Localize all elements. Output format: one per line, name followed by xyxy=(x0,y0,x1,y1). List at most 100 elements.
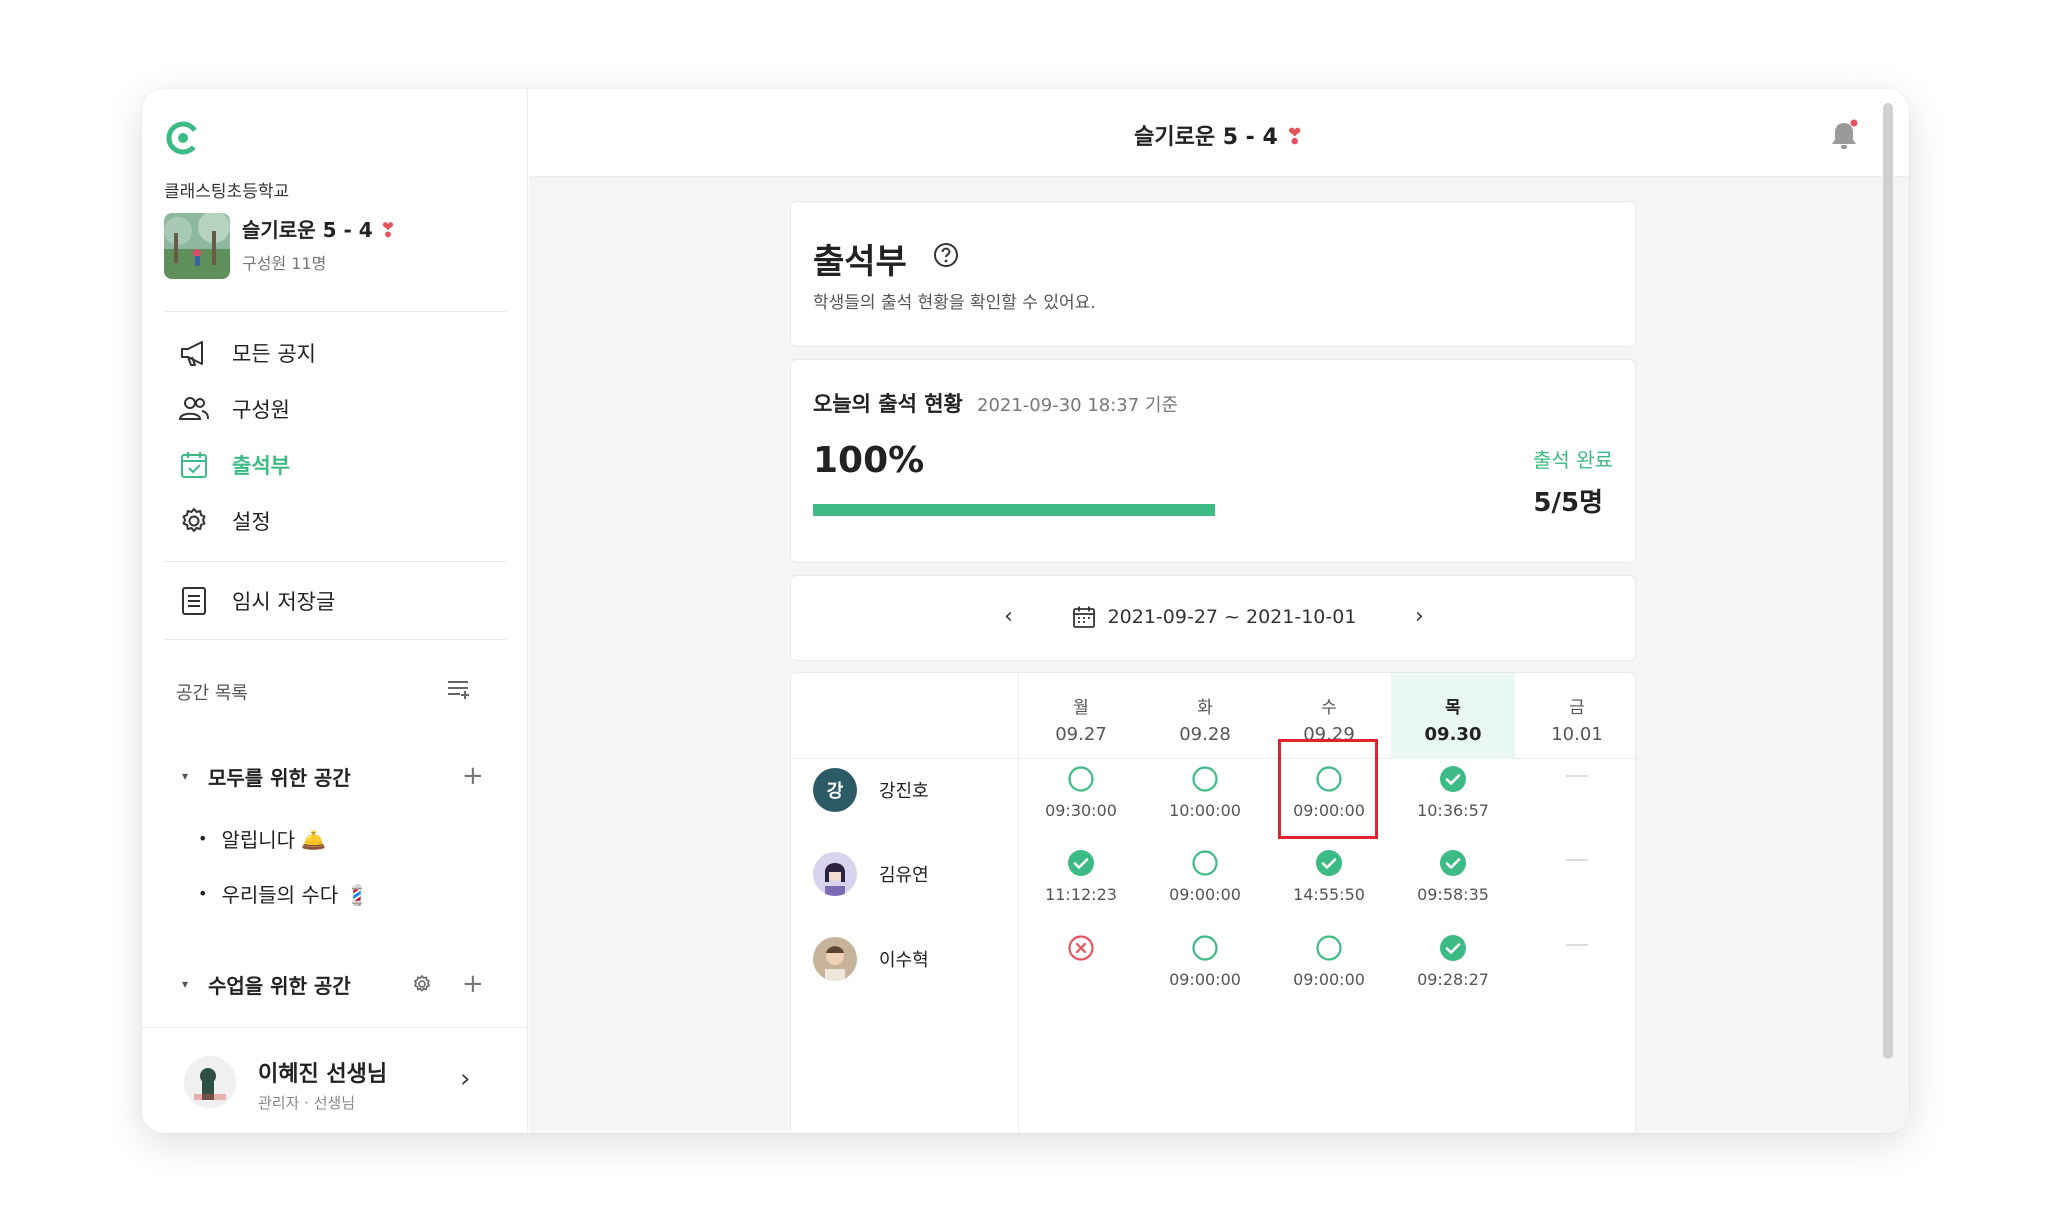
help-icon[interactable] xyxy=(933,242,959,268)
attendance-header-card: 출석부 학생들의 출석 현황을 확인할 수 있어요. xyxy=(790,201,1636,347)
nav-item-members[interactable]: 구성원 xyxy=(178,389,290,429)
today-status-title: 오늘의 출석 현황 xyxy=(813,392,963,416)
caret-down-icon: ▾ xyxy=(182,769,189,783)
open-circle-icon[interactable] xyxy=(1315,934,1343,962)
attendance-cell[interactable]: 09:28:27 xyxy=(1391,934,1515,989)
attendance-progress-fill xyxy=(813,504,1215,516)
today-status-time: 2021-09-30 18:37 기준 xyxy=(977,395,1179,416)
next-week-button[interactable]: › xyxy=(1404,604,1434,629)
attendance-cell[interactable]: 09:00:00 xyxy=(1143,934,1267,989)
nav-label: 모든 공지 xyxy=(232,342,316,366)
highlight-box xyxy=(1278,739,1378,839)
check-in-time: 09:28:27 xyxy=(1417,970,1489,989)
attendance-cell[interactable]: 09:30:00 xyxy=(1019,765,1143,820)
no-record-dash xyxy=(1566,859,1588,861)
student-name: 이수혁 xyxy=(879,950,929,971)
attendance-cell[interactable]: 14:55:50 xyxy=(1267,849,1391,904)
nav-item-attendance[interactable]: 출석부 xyxy=(178,445,290,485)
check-circle-icon[interactable] xyxy=(1439,849,1467,877)
attendance-cell[interactable]: 09:00:00 xyxy=(1267,934,1391,989)
bell-icon[interactable] xyxy=(1829,119,1859,151)
attendance-title: 출석부 xyxy=(813,242,907,282)
student-row-name[interactable]: 이수혁 xyxy=(813,936,929,982)
check-circle-icon[interactable] xyxy=(1067,849,1095,877)
student-row-name[interactable]: 김유연 xyxy=(813,851,929,897)
check-circle-icon[interactable] xyxy=(1439,934,1467,962)
attendance-progress-bar xyxy=(813,504,1215,516)
space-group-class[interactable]: ▾ 수업을 위한 공간 xyxy=(182,969,351,999)
divider xyxy=(164,561,506,562)
attendance-cell[interactable]: 09:00:00 xyxy=(1267,739,1391,839)
add-space-button[interactable]: + xyxy=(462,763,484,789)
attendance-cell[interactable]: 10:00:00 xyxy=(1143,765,1267,820)
chevron-right-icon[interactable]: › xyxy=(460,1064,470,1094)
day-header: 월 09.27 xyxy=(1019,673,1143,759)
attendance-cell xyxy=(1515,934,1635,946)
attendance-cell xyxy=(1515,765,1635,777)
space-item-label: 우리들의 수다 💈 xyxy=(221,883,370,907)
student-name: 강진호 xyxy=(879,781,929,802)
sidebar: 클래스팅초등학교 슬기로운 5 - 4 ❣ 구성원 11명 모든 공지 구성원 … xyxy=(142,89,528,1133)
class-title: 슬기로운 5 - 4 ❣ xyxy=(242,218,397,242)
divider xyxy=(164,311,506,312)
list-add-icon[interactable] xyxy=(446,677,472,701)
attendance-done-count: 5/5명 xyxy=(1533,488,1603,518)
day-of-week: 목 xyxy=(1445,698,1461,718)
open-circle-icon[interactable] xyxy=(1067,765,1095,793)
space-item-notices[interactable]: • 알립니다 🛎️ xyxy=(198,824,326,853)
bullet: • xyxy=(198,884,208,903)
avatar xyxy=(813,937,857,981)
gear-icon xyxy=(178,505,210,537)
check-in-time: 09:00:00 xyxy=(1169,885,1241,904)
day-header: 목 09.30 xyxy=(1391,673,1515,759)
user-profile[interactable]: 이혜진 선생님 관리자 · 선생님 › xyxy=(142,1027,528,1133)
space-settings-icon[interactable] xyxy=(412,974,432,994)
nav-item-all-notices[interactable]: 모든 공지 xyxy=(178,333,316,373)
main-content: 슬기로운 5 - 4 ❣ 출석부 학생들의 출석 현황을 확인할 수 있어요. … xyxy=(529,89,1909,1133)
nav-label: 설정 xyxy=(232,510,271,534)
bullet: • xyxy=(198,829,208,848)
check-circle-icon[interactable] xyxy=(1439,765,1467,793)
day-of-week: 화 xyxy=(1197,698,1213,718)
open-circle-icon[interactable] xyxy=(1191,765,1219,793)
nav-item-drafts[interactable]: 임시 저장글 xyxy=(178,581,335,621)
week-navigator-card: ‹ 2021-09-27 ~ 2021-10-01 › xyxy=(790,575,1636,661)
attendance-cell[interactable]: 10:36:57 xyxy=(1391,765,1515,820)
nav-label: 구성원 xyxy=(232,398,290,422)
check-in-time: 10:36:57 xyxy=(1417,801,1489,820)
attendance-table: 월 09.27 화 09.28 수 09.29 목 09.30 금 10.01 강 강진호 09:30… xyxy=(790,672,1636,1133)
week-range: 2021-09-27 ~ 2021-10-01 xyxy=(1107,605,1357,628)
check-in-time: 11:12:23 xyxy=(1045,885,1117,904)
prev-week-button[interactable]: ‹ xyxy=(994,604,1024,629)
student-row-name[interactable]: 강 강진호 xyxy=(813,767,929,813)
day-date: 09.30 xyxy=(1424,724,1482,745)
open-circle-icon[interactable] xyxy=(1191,849,1219,877)
space-item-chat[interactable]: • 우리들의 수다 💈 xyxy=(198,879,369,908)
nav-item-settings[interactable]: 설정 xyxy=(178,501,271,541)
attendance-cell[interactable]: 09:58:35 xyxy=(1391,849,1515,904)
space-group-all[interactable]: ▾ 모두를 위한 공간 xyxy=(182,761,351,791)
open-circle-icon[interactable] xyxy=(1191,934,1219,962)
attendance-cell[interactable] xyxy=(1019,934,1143,970)
space-item-label: 알립니다 🛎️ xyxy=(221,828,327,852)
class-thumbnail[interactable] xyxy=(164,213,230,279)
attendance-percent: 100% xyxy=(813,440,925,481)
day-date: 09.28 xyxy=(1179,724,1231,745)
megaphone-icon xyxy=(178,337,210,369)
page-title: 슬기로운 5 - 4 ❣ xyxy=(1134,125,1304,150)
day-date: 10.01 xyxy=(1551,724,1603,745)
add-class-space-button[interactable]: + xyxy=(462,971,484,997)
scrollbar[interactable] xyxy=(1883,103,1893,1059)
divider xyxy=(164,639,506,640)
attendance-cell[interactable]: 09:00:00 xyxy=(1143,849,1267,904)
absent-x-icon[interactable] xyxy=(1067,934,1095,962)
check-in-time: 09:00:00 xyxy=(1169,970,1241,989)
classting-logo-icon[interactable] xyxy=(164,119,202,157)
student-name-column xyxy=(791,673,1019,1133)
nav-label: 출석부 xyxy=(232,454,290,478)
no-record-dash xyxy=(1566,944,1588,946)
check-circle-icon[interactable] xyxy=(1315,849,1343,877)
attendance-cell[interactable]: 11:12:23 xyxy=(1019,849,1143,904)
calendar-icon[interactable] xyxy=(1072,605,1096,629)
day-of-week: 월 xyxy=(1073,698,1089,718)
